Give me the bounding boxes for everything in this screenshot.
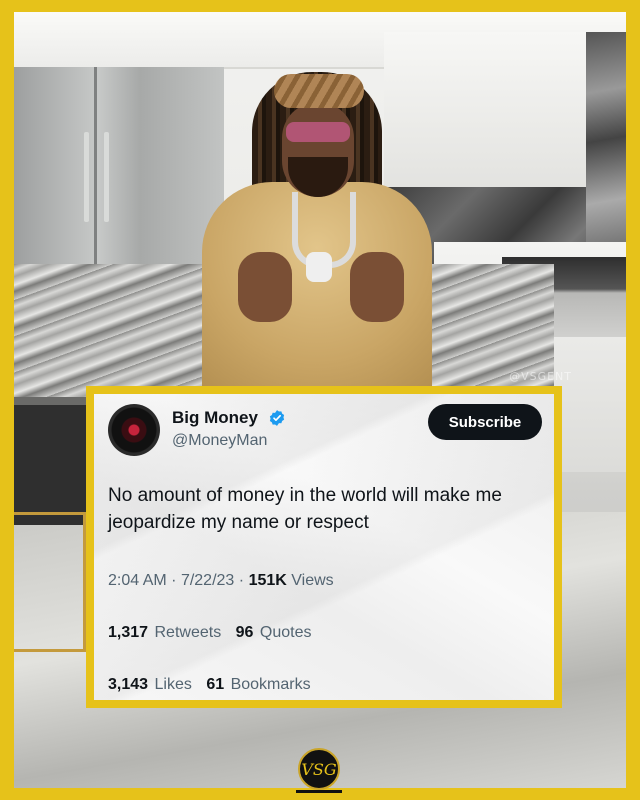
bar-stool — [14, 512, 86, 652]
subscribe-button[interactable]: Subscribe — [428, 404, 542, 440]
person-sunglasses — [286, 122, 350, 142]
person-right-hand — [350, 252, 404, 322]
quotes-stat[interactable]: 96 Quotes — [236, 624, 312, 641]
refrigerator-handle — [104, 132, 109, 222]
views-count: 151K — [248, 572, 287, 589]
bookmarks-count: 61 — [206, 676, 225, 693]
engagement-row: 3,143 Likes 61 Bookmarks — [108, 676, 311, 694]
engagement-row: 1,317 Retweets 96 Quotes — [108, 624, 312, 642]
bookmarks-stat[interactable]: 61 Bookmarks — [206, 676, 310, 693]
retweets-count: 1,317 — [108, 624, 149, 641]
brand-logo-underline — [296, 790, 342, 793]
bookmarks-label: Bookmarks — [230, 676, 311, 693]
meta-separator: · — [171, 572, 181, 589]
user-handle[interactable]: @MoneyMan — [172, 432, 267, 450]
tweet-date[interactable]: 7/22/23 — [181, 572, 234, 589]
refrigerator-split — [94, 67, 97, 277]
person-headband — [274, 74, 364, 108]
likes-count: 3,143 — [108, 676, 149, 693]
watermark: @VSGENT — [509, 370, 572, 383]
tweet-meta: 2:04 AM · 7/22/23 · 151K Views — [108, 572, 334, 590]
avatar[interactable] — [108, 404, 160, 456]
likes-label: Likes — [154, 676, 192, 693]
tweet-text: No amount of money in the world will mak… — [108, 485, 502, 533]
refrigerator-handle — [84, 132, 89, 222]
tweet-card: Big Money @MoneyMan Subscribe No amount … — [86, 386, 562, 708]
quotes-label: Quotes — [259, 624, 312, 641]
post-frame: @VSGENT Big Money @MoneyMan Subscribe No… — [0, 0, 640, 800]
person-left-hand — [238, 252, 292, 322]
retweets-label: Retweets — [154, 624, 222, 641]
person — [182, 52, 452, 402]
person-pendant — [306, 252, 332, 282]
likes-stat[interactable]: 3,143 Likes — [108, 676, 192, 693]
marble-wall — [586, 32, 626, 272]
retweets-stat[interactable]: 1,317 Retweets — [108, 624, 221, 641]
tweet-time[interactable]: 2:04 AM — [108, 572, 167, 589]
views-label: Views — [291, 572, 334, 589]
meta-separator: · — [238, 572, 249, 589]
quotes-count: 96 — [235, 624, 254, 641]
display-name[interactable]: Big Money — [172, 408, 258, 428]
brand-logo: VSG — [298, 748, 340, 790]
tweet-card-body: Big Money @MoneyMan Subscribe No amount … — [94, 394, 554, 700]
verified-badge-icon — [269, 410, 285, 426]
